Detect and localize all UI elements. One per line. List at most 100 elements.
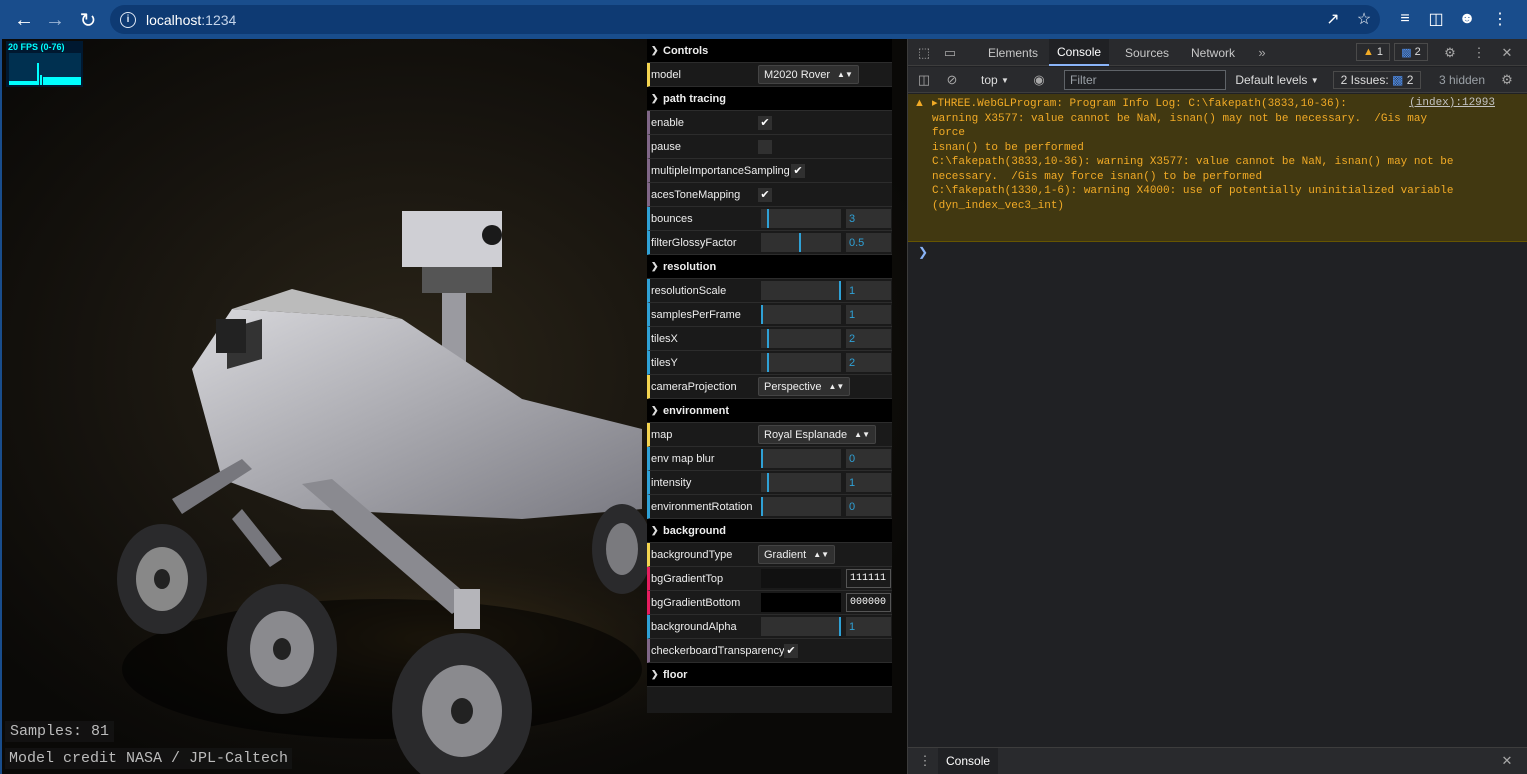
reload-icon[interactable]: ↻ [73,5,103,35]
info-icon[interactable]: i [120,11,136,28]
resscale-slider[interactable] [761,281,841,300]
folder-resolution[interactable]: ❯ resolution [647,255,892,279]
back-icon[interactable]: ← [9,5,39,35]
source-link[interactable]: (index):12993 [1409,97,1495,109]
tilesx-slider[interactable] [761,329,841,348]
select-caret-icon: ▲▼ [854,430,871,439]
enable-checkbox[interactable]: ✔ [758,115,772,130]
mis-checkbox[interactable]: ✔ [791,163,805,178]
menu-icon[interactable]: ⋮ [1489,8,1511,30]
bgbottom-input[interactable]: 000000 [846,593,891,612]
tab-elements[interactable]: Elements [980,39,1046,66]
bgtype-select[interactable]: Gradient ▲▼ [758,545,836,564]
close-icon[interactable]: ✕ [1498,753,1516,769]
settings-icon[interactable]: ⚙ [1441,44,1459,62]
kebab-menu-icon[interactable]: ⋮ [1470,44,1488,62]
folder-path-tracing[interactable]: ❯ path tracing [647,87,892,111]
aces-row: acesToneMapping ✔ [647,183,892,207]
warnings-counter[interactable]: ▲ 1 [1356,43,1390,61]
filter-input[interactable]: 0.5 [846,233,891,252]
warning-icon: ▲ [1362,46,1374,58]
sidebar-toggle-icon[interactable]: ◫ [916,72,932,88]
aces-checkbox[interactable]: ✔ [758,187,772,202]
filter-row: filterGlossyFactor 0.5 [647,231,892,255]
tab-sources[interactable]: Sources [1117,39,1177,66]
bgalpha-input[interactable]: 1 [846,617,891,636]
filter-input[interactable]: Filter [1064,70,1226,90]
camproj-row: cameraProjection Perspective ▲▼ [647,375,892,399]
warning-body: THREE.WebGLProgram: Program Info Log: C:… [932,98,1454,212]
map-row: map Royal Esplanade ▲▼ [647,423,892,447]
pause-checkbox[interactable] [758,139,772,154]
pause-label: pause [651,140,681,153]
tilesx-input[interactable]: 2 [846,329,891,348]
folder-floor[interactable]: ❯ floor [647,663,892,687]
more-tabs-icon[interactable]: » [1254,44,1270,60]
tilesx-label: tilesX [651,332,678,345]
settings-icon[interactable]: ⚙ [1498,72,1516,88]
camproj-select[interactable]: Perspective ▲▼ [758,377,851,396]
tilesy-input[interactable]: 2 [846,353,891,372]
tilesy-slider[interactable] [761,353,841,372]
console-prompt-icon[interactable]: ❯ [918,245,928,259]
bgtype-row: backgroundType Gradient ▲▼ [647,543,892,567]
model-select[interactable]: M2020 Rover ▲▼ [758,65,859,84]
drawer-menu-icon[interactable]: ⋮ [918,753,932,769]
bounces-input[interactable]: 3 [846,209,891,228]
folder-background[interactable]: ❯ background [647,519,892,543]
bgbottom-swatch[interactable] [761,593,841,612]
inspect-icon[interactable]: ⬚ [916,45,932,61]
model-row: model M2020 Rover ▲▼ [647,63,892,87]
filter-slider[interactable] [761,233,841,252]
folder-controls[interactable]: ❯ Controls [647,39,892,63]
bgalpha-row: backgroundAlpha 1 [647,615,892,639]
camproj-label: cameraProjection [651,380,737,393]
bgtop-input[interactable]: 111111 [846,569,891,588]
forward-icon[interactable]: → [40,5,70,35]
issues-count: 2 [1406,73,1414,87]
chevron-down-icon: ▼ [1001,75,1009,85]
share-icon[interactable]: ↗ [1322,8,1344,30]
warning-text[interactable]: ▸THREE.WebGLProgram: Program Info Log: C… [932,97,1462,213]
issues-button[interactable]: 2 Issues: ▩ 2 [1333,71,1421,89]
intensity-input[interactable]: 1 [846,473,891,492]
log-levels-select[interactable]: Default levels ▼ [1234,71,1320,89]
envrot-input[interactable]: 0 [846,497,891,516]
profile-icon[interactable]: ☻ [1456,8,1478,30]
tab-console[interactable]: Console [1049,39,1110,66]
intensity-row: intensity 1 [647,471,892,495]
chevron-down-icon: ❯ [651,525,659,535]
side-panel-icon[interactable]: ◫ [1425,8,1447,30]
eye-icon[interactable]: ◉ [1030,72,1048,88]
resscale-input[interactable]: 1 [846,281,891,300]
folder-title: floor [663,668,688,681]
bounces-slider[interactable] [761,209,841,228]
close-icon[interactable]: ✕ [1498,44,1516,62]
reading-list-icon[interactable]: ≡ [1394,8,1416,30]
star-icon[interactable]: ☆ [1353,8,1375,30]
map-select[interactable]: Royal Esplanade ▲▼ [758,425,877,444]
tab-network[interactable]: Network [1183,39,1243,66]
clear-console-icon[interactable]: ⊘ [944,72,960,88]
folder-title: path tracing [663,92,726,105]
spf-input[interactable]: 1 [846,305,891,324]
pause-row: pause [647,135,892,159]
spf-slider[interactable] [761,305,841,324]
bgtop-label: bgGradientTop [651,572,724,585]
bgtop-row: bgGradientTop 111111 [647,567,892,591]
address-bar[interactable]: i localhost:1234 [110,5,1380,34]
info-counter[interactable]: ▩ 2 [1394,43,1428,61]
folder-environment[interactable]: ❯ environment [647,399,892,423]
envblur-input[interactable]: 0 [846,449,891,468]
checker-checkbox[interactable]: ✔ [784,643,798,658]
context-select[interactable]: top ▼ [972,71,1018,89]
bgtop-swatch[interactable] [761,569,841,588]
drawer-tab-console[interactable]: Console [938,748,999,774]
device-toolbar-icon[interactable]: ▭ [942,45,958,61]
intensity-slider[interactable] [761,473,841,492]
bgalpha-slider[interactable] [761,617,841,636]
envrot-row: environmentRotation 0 [647,495,892,519]
envblur-slider[interactable] [761,449,841,468]
envrot-slider[interactable] [761,497,841,516]
bgtype-label: backgroundType [651,548,733,561]
